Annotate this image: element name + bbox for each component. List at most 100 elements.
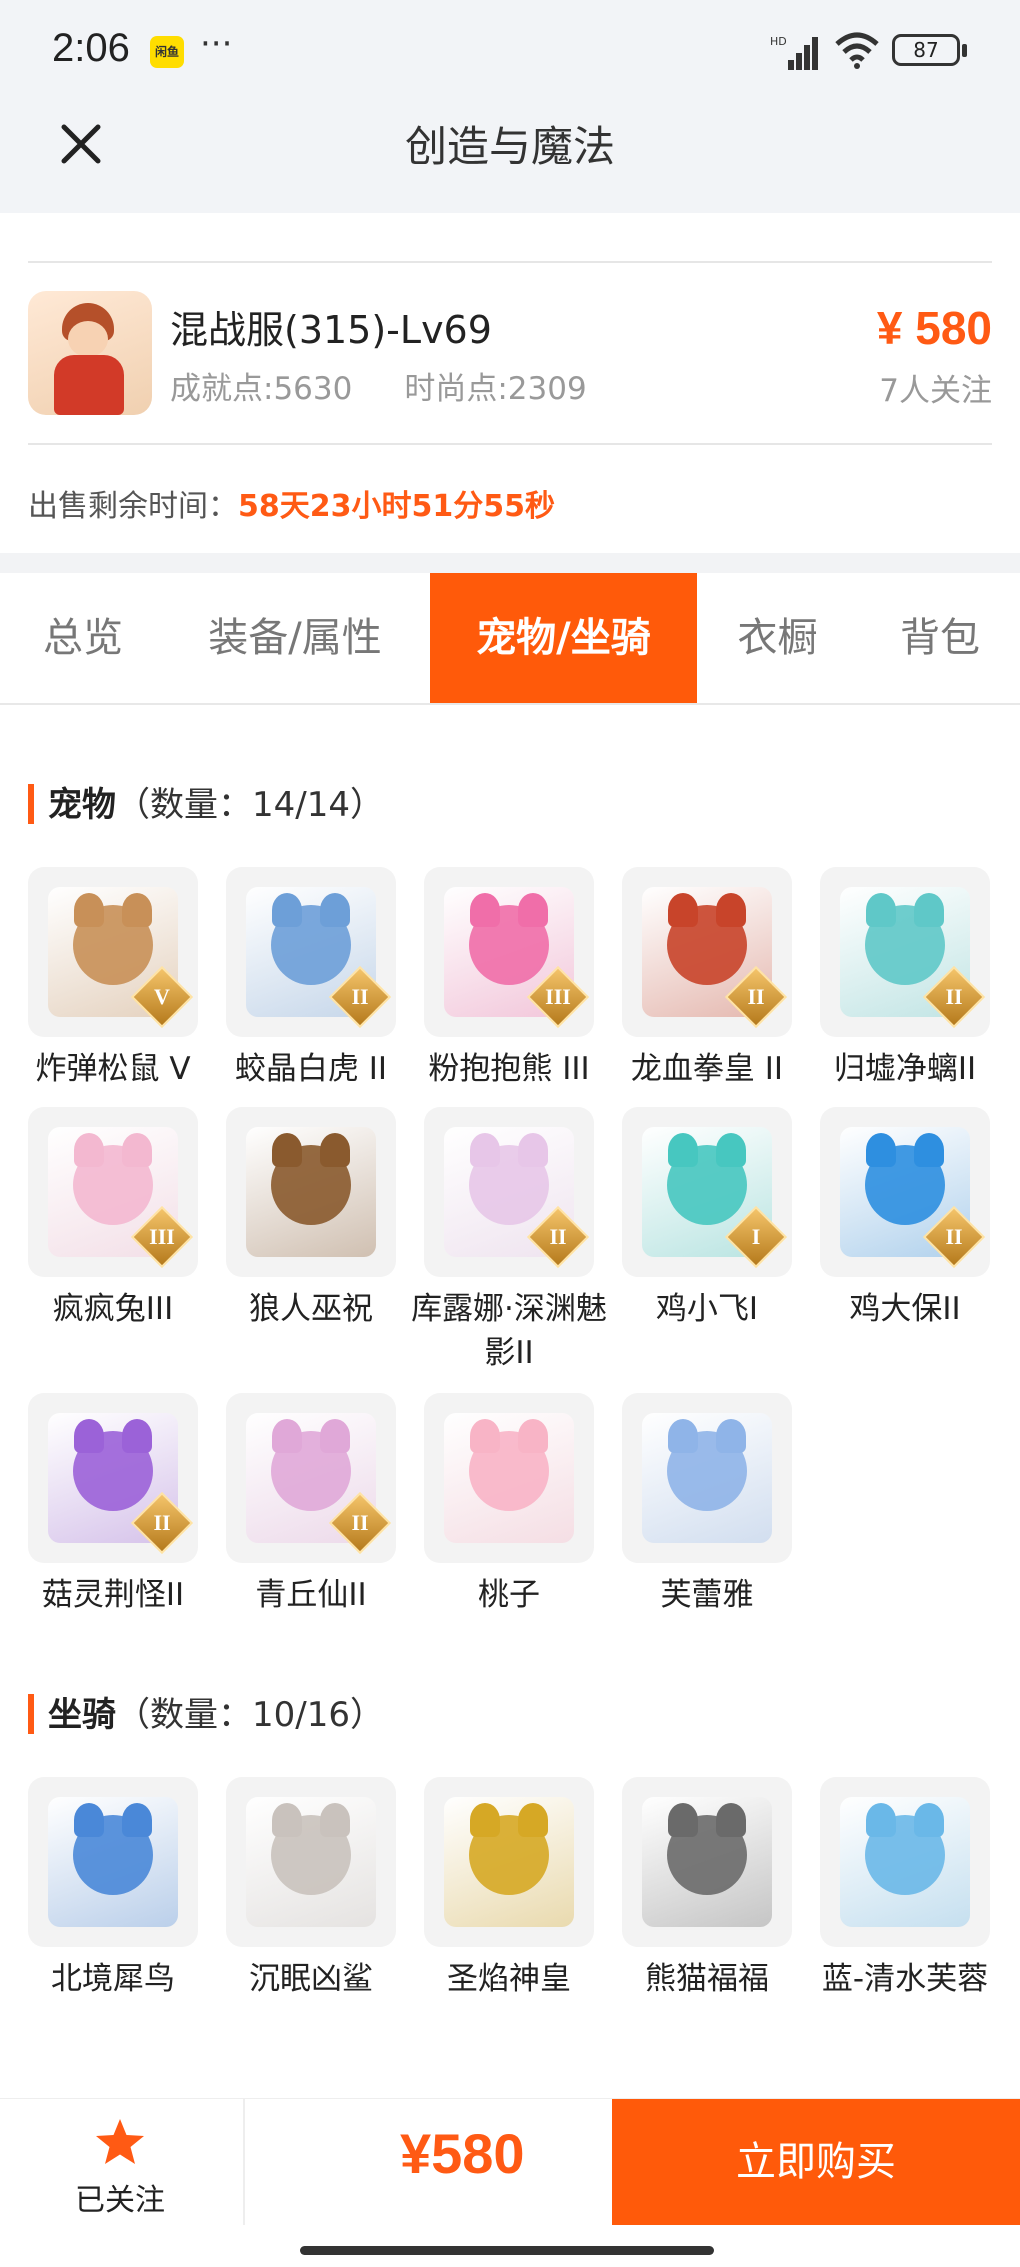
pet-name: 疯疯兔III (52, 1291, 174, 1327)
nav-bar: 创造与魔法 (0, 105, 1020, 213)
mount-item[interactable]: 北境犀鸟 (28, 1777, 198, 2001)
home-indicator (300, 2246, 714, 2255)
pet-item[interactable]: II 龙血拳皇 II (622, 867, 792, 1091)
pet-thumbnail: V (28, 867, 198, 1037)
mount-item[interactable]: 蓝-清水芙蓉 (820, 1777, 990, 2001)
pet-thumbnail (424, 1393, 594, 1563)
divider (28, 443, 992, 445)
pet-item[interactable]: II 归墟净螭II (820, 867, 990, 1091)
remaining-time-value: 58天23小时51分55秒 (238, 489, 555, 524)
mounts-section-title: 坐骑（数量：10/16） (28, 1687, 384, 1737)
pet-name: 青丘仙II (255, 1577, 367, 1613)
mount-thumbnail (622, 1777, 792, 1947)
tab-bar: 总览 装备/属性 宠物/坐骑 衣橱 背包 (0, 573, 1020, 705)
achievement-points: 成就点:5630 (170, 371, 353, 407)
divider (243, 2099, 245, 2225)
tab-overview[interactable]: 总览 (28, 573, 138, 703)
mount-name: 圣焰神皇 (447, 1961, 571, 1997)
pet-item[interactable]: II 库露娜·深渊魅影II (411, 1107, 607, 1375)
pet-item[interactable]: 芙蕾雅 (622, 1393, 792, 1617)
mount-name: 北境犀鸟 (51, 1961, 175, 1997)
page-title: 创造与魔法 (404, 122, 615, 171)
pets-title: 宠物 (48, 785, 116, 825)
pet-thumbnail (622, 1393, 792, 1563)
pet-item[interactable]: I 鸡小飞I (622, 1107, 792, 1331)
mounts-title: 坐骑 (48, 1695, 116, 1735)
pet-name: 库露娜·深渊魅影II (411, 1291, 607, 1371)
pet-item[interactable]: III 疯疯兔III (28, 1107, 198, 1331)
status-bar: 2:06 闲鱼 ··· HD 87 (0, 0, 1020, 105)
mounts-count: （数量：10/16） (116, 1695, 384, 1735)
tab-wardrobe[interactable]: 衣橱 (720, 573, 835, 703)
pet-thumbnail: III (424, 867, 594, 1037)
pet-thumbnail: II (226, 1393, 396, 1563)
signal-icon: HD (770, 35, 818, 70)
pet-name: 芙蕾雅 (660, 1577, 754, 1613)
pet-thumbnail: II (820, 867, 990, 1037)
mount-thumbnail (424, 1777, 594, 1947)
pet-name: 鸡小飞I (655, 1291, 759, 1327)
pet-item[interactable]: II 青丘仙II (226, 1393, 396, 1617)
fashion-points: 时尚点:2309 (404, 371, 587, 407)
page: 2:06 闲鱼 ··· HD 87 创造与魔法 混战服(315)-Lv69 成就… (0, 0, 1020, 2267)
listing-price: ¥ 580 (876, 302, 992, 354)
star-icon (96, 2119, 144, 2164)
pet-name: 桃子 (478, 1577, 540, 1613)
pet-item[interactable]: 桃子 (424, 1393, 594, 1617)
pets-section-title: 宠物（数量：14/14） (28, 777, 384, 827)
mount-item[interactable]: 熊猫福福 (622, 1777, 792, 2001)
mount-thumbnail (820, 1777, 990, 1947)
pet-thumbnail: II (424, 1107, 594, 1277)
mount-name: 沉眠凶鲨 (249, 1961, 373, 1997)
pet-item[interactable]: II 蛟晶白虎 II (226, 867, 396, 1091)
pet-name: 蛟晶白虎 II (234, 1051, 388, 1087)
pet-item[interactable]: II 鸡大保II (820, 1107, 990, 1331)
follower-count: 7人关注 (879, 373, 992, 409)
mount-item[interactable]: 圣焰神皇 (424, 1777, 594, 2001)
character-avatar (28, 291, 152, 415)
pet-thumbnail: II (28, 1393, 198, 1563)
pet-item[interactable]: III 粉抱抱熊 III (424, 867, 594, 1091)
network-type-label: HD (770, 35, 787, 48)
remaining-time: 出售剩余时间：58天23小时51分55秒 (28, 481, 555, 525)
battery-icon: 87 (892, 34, 960, 66)
wifi-icon (835, 32, 879, 69)
server-level: 混战服(315)-Lv69 (170, 308, 492, 352)
pet-name: 归墟净螭II (833, 1051, 977, 1087)
mount-item[interactable]: 沉眠凶鲨 (226, 1777, 396, 2001)
pet-name: 鸡大保II (849, 1291, 961, 1327)
status-time: 2:06 (52, 26, 130, 70)
pet-thumbnail: II (820, 1107, 990, 1277)
follow-button[interactable]: 已关注 (70, 2117, 170, 2219)
pet-name: 炸弹松鼠 V (35, 1051, 191, 1087)
pet-thumbnail: II (622, 867, 792, 1037)
tab-pets-mounts[interactable]: 宠物/坐骑 (430, 573, 697, 703)
pet-item[interactable]: 狼人巫祝 (226, 1107, 396, 1331)
pet-item[interactable]: V 炸弹松鼠 V (28, 867, 198, 1091)
pet-thumbnail: II (226, 867, 396, 1037)
battery-tip (962, 44, 967, 57)
pet-thumbnail: III (28, 1107, 198, 1277)
pets-count: （数量：14/14） (116, 785, 384, 825)
listing-card: 混战服(315)-Lv69 成就点:5630 时尚点:2309 ¥ 580 7人关… (0, 213, 1020, 553)
xianyu-app-icon: 闲鱼 (150, 36, 184, 68)
pet-name: 狼人巫祝 (249, 1291, 373, 1327)
remaining-time-label: 出售剩余时间： (28, 489, 238, 524)
points-row: 成就点:5630 时尚点:2309 (170, 363, 587, 408)
mount-name: 蓝-清水芙蓉 (821, 1961, 989, 1997)
pet-item[interactable]: II 菇灵荆怪II (28, 1393, 198, 1617)
follow-label: 已关注 (75, 2183, 165, 2218)
more-notifications-icon: ··· (200, 24, 233, 64)
buy-now-button[interactable]: 立即购买 (612, 2099, 1020, 2225)
pet-thumbnail (226, 1107, 396, 1277)
bottom-action-bar: 已关注 ¥580 立即购买 (0, 2098, 1020, 2267)
pet-name: 粉抱抱熊 III (428, 1051, 590, 1087)
mount-thumbnail (28, 1777, 198, 1947)
tab-backpack[interactable]: 背包 (880, 573, 1000, 703)
pet-name: 龙血拳皇 II (630, 1051, 784, 1087)
divider (28, 261, 992, 263)
tab-equipment[interactable]: 装备/属性 (190, 573, 400, 703)
pets-mounts-panel: 宠物（数量：14/14） V 炸弹松鼠 V II 蛟晶白虎 II III 粉抱抱熊 III… (0, 705, 1020, 2100)
pet-thumbnail: I (622, 1107, 792, 1277)
mount-name: 熊猫福福 (645, 1961, 769, 1997)
